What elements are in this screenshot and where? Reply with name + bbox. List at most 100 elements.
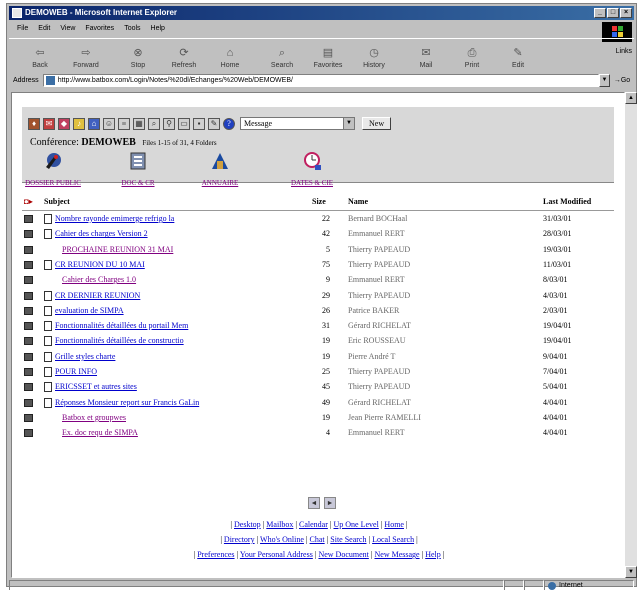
sort-toggle-icon[interactable]: ◘▸ — [24, 197, 33, 206]
row-subject-link[interactable]: Nombre rayonde emimerge refrigo la — [55, 214, 174, 223]
footer-link[interactable]: Chat — [310, 535, 325, 544]
folder-annuaire[interactable]: ANNUAIRE — [190, 151, 250, 187]
folder-dates-cie[interactable]: DATES & CIE — [280, 151, 344, 187]
scroll-down-arrow-icon[interactable]: ▼ — [625, 566, 637, 578]
folder-dossier-public[interactable]: DOSSIER PUBLIC — [22, 151, 84, 187]
folder-link[interactable]: DATES & CIE — [291, 179, 333, 187]
row-subject-link[interactable]: Batbox et groupwes — [62, 413, 126, 422]
table-row[interactable]: PROCHAINE REUNION 31 MAI 5 Thierry PAPEAUD… — [22, 244, 614, 258]
folder-link[interactable]: ANNUAIRE — [202, 179, 239, 187]
row-subject-link[interactable]: Fonctionnalités détaillées du portail Me… — [55, 321, 188, 330]
menu-file[interactable]: File — [17, 22, 28, 35]
menu-favorites[interactable]: Favorites — [85, 22, 114, 35]
document-icon[interactable]: ▭ — [178, 117, 190, 130]
table-row[interactable]: CR DERNIER REUNION 29 Thierry PAPEAUD 4/03/… — [22, 290, 614, 304]
table-row[interactable]: evaluation de SIMPA 26 Patrice BAKER 2/03/0… — [22, 305, 614, 319]
row-subject-link[interactable]: Fonctionnalités détaillées de constructi… — [55, 336, 184, 345]
table-row[interactable]: Ex. doc requ de SIMPA 4 Emmanuel RERT 4/04/… — [22, 427, 614, 441]
footer-link[interactable]: Your Personal Address — [240, 550, 313, 559]
new-message-button[interactable]: New — [362, 117, 392, 130]
column-size[interactable]: Size — [312, 197, 326, 206]
row-subject-link[interactable]: Grille styles charte — [55, 352, 115, 361]
favorites-button[interactable]: ▤ Favorites — [305, 39, 351, 69]
menu-view[interactable]: View — [60, 22, 75, 35]
table-row[interactable]: ERICSSET et autres sites 45 Thierry PAPEAU… — [22, 381, 614, 395]
address-input[interactable]: http://www.batbox.com/Login/Notes/%20dl/… — [42, 73, 599, 87]
search-action-icon[interactable]: ⌕ — [148, 117, 160, 130]
bell-icon[interactable]: ♪ — [73, 117, 85, 130]
table-row[interactable]: Nombre rayonde emimerge refrigo la 22 Bern… — [22, 213, 614, 227]
row-subject-link[interactable]: CR REUNION DU 10 MAI — [55, 260, 145, 269]
search-button[interactable]: ⌕ Search — [259, 39, 305, 69]
list-view-icon[interactable]: ≡ — [118, 117, 130, 130]
table-row[interactable]: Fonctionnalités détaillées de constructi… — [22, 335, 614, 349]
footer-link[interactable]: Home — [384, 520, 404, 529]
people-icon[interactable]: ☺ — [103, 117, 115, 130]
next-page-button[interactable]: ► — [324, 497, 336, 509]
history-button[interactable]: ◷ History — [351, 39, 397, 69]
footer-link[interactable]: Up One Level — [333, 520, 378, 529]
row-subject-link[interactable]: evaluation de SIMPA — [55, 306, 124, 315]
footer-link[interactable]: Desktop — [234, 520, 261, 529]
calendar-action-icon[interactable]: ◆ — [58, 117, 70, 130]
menu-tools[interactable]: Tools — [124, 22, 140, 35]
mail-button[interactable]: ✉ Mail — [403, 39, 449, 69]
home-action-icon[interactable]: ⌂ — [88, 117, 100, 130]
table-row[interactable]: Batbox et groupwes 19 Jean Pierre RAMELLI 4… — [22, 412, 614, 426]
footer-link[interactable]: Directory — [224, 535, 255, 544]
grid-view-icon[interactable]: ▦ — [133, 117, 145, 130]
close-button[interactable]: × — [620, 8, 632, 18]
footer-link[interactable]: Site Search — [330, 535, 366, 544]
maximize-button[interactable]: □ — [607, 8, 619, 18]
folder-link[interactable]: DOC & CR — [121, 179, 154, 187]
footer-link[interactable]: Help — [425, 550, 441, 559]
table-row[interactable]: Cahier des charges Version 2 42 Emmanuel R… — [22, 228, 614, 242]
forward-button[interactable]: ⇨ Forward — [63, 39, 109, 69]
folder-link[interactable]: DOSSIER PUBLIC — [25, 179, 81, 187]
row-subject-link[interactable]: CR DERNIER REUNION — [55, 291, 140, 300]
table-row[interactable]: Cahier des Charges 1.0 9 Emmanuel RERT 8/03… — [22, 274, 614, 288]
vertical-scrollbar[interactable]: ▲ ▼ — [625, 92, 637, 578]
footer-link[interactable]: Calendar — [299, 520, 328, 529]
back-button[interactable]: ⇦ Back — [17, 39, 63, 69]
row-subject-link[interactable]: ERICSSET et autres sites — [55, 382, 137, 391]
menu-help[interactable]: Help — [151, 22, 165, 35]
refresh-button[interactable]: ⟳ Refresh — [161, 39, 207, 69]
column-subject[interactable]: Subject — [44, 197, 70, 206]
footer-link[interactable]: Local Search — [372, 535, 414, 544]
preferences-icon[interactable]: ♦ — [28, 117, 40, 130]
home-button[interactable]: ⌂ Home — [207, 39, 253, 69]
links-button[interactable]: Links — [616, 48, 632, 55]
help-icon[interactable]: ? — [223, 117, 235, 130]
save-icon[interactable]: ▪ — [193, 117, 205, 130]
table-row[interactable]: CR REUNION DU 10 MAI 75 Thierry PAPEAUD 11/… — [22, 259, 614, 273]
footer-link[interactable]: Preferences — [197, 550, 234, 559]
footer-link[interactable]: New Document — [318, 550, 368, 559]
table-row[interactable]: Réponses Monsieur report sur Francis GaL… — [22, 397, 614, 411]
column-name[interactable]: Name — [348, 197, 368, 206]
message-type-select[interactable]: Message ▼ — [240, 117, 355, 130]
table-row[interactable]: POUR INFO 25 Thierry PAPEAUD 7/04/01 — [22, 366, 614, 380]
row-subject-link[interactable]: POUR INFO — [55, 367, 97, 376]
print-button[interactable]: ⎙ Print — [449, 39, 495, 69]
edit-button[interactable]: ✎ Edit — [495, 39, 541, 69]
minimize-button[interactable]: _ — [594, 8, 606, 18]
mail-action-icon[interactable]: ✉ — [43, 117, 55, 130]
folder-doc-cr[interactable]: DOC & CR — [110, 151, 166, 187]
row-subject-link[interactable]: Réponses Monsieur report sur Francis GaL… — [55, 398, 199, 407]
menu-edit[interactable]: Edit — [38, 22, 50, 35]
row-subject-link[interactable]: Cahier des charges Version 2 — [55, 229, 148, 238]
find-icon[interactable]: ⚲ — [163, 117, 175, 130]
row-subject-link[interactable]: PROCHAINE REUNION 31 MAI — [62, 245, 173, 254]
go-button[interactable]: →Go — [610, 77, 634, 84]
address-dropdown-button[interactable]: ▼ — [599, 73, 610, 87]
footer-link[interactable]: Mailbox — [266, 520, 293, 529]
previous-page-button[interactable]: ◄ — [308, 497, 320, 509]
footer-link[interactable]: New Message — [374, 550, 419, 559]
edit-action-icon[interactable]: ✎ — [208, 117, 220, 130]
stop-button[interactable]: ⊗ Stop — [115, 39, 161, 69]
table-row[interactable]: Grille styles charte 19 Pierre André T 9/04… — [22, 351, 614, 365]
table-row[interactable]: Fonctionnalités détaillées du portail Me… — [22, 320, 614, 334]
column-last-modified[interactable]: Last Modified — [543, 197, 591, 206]
row-subject-link[interactable]: Ex. doc requ de SIMPA — [62, 428, 138, 437]
